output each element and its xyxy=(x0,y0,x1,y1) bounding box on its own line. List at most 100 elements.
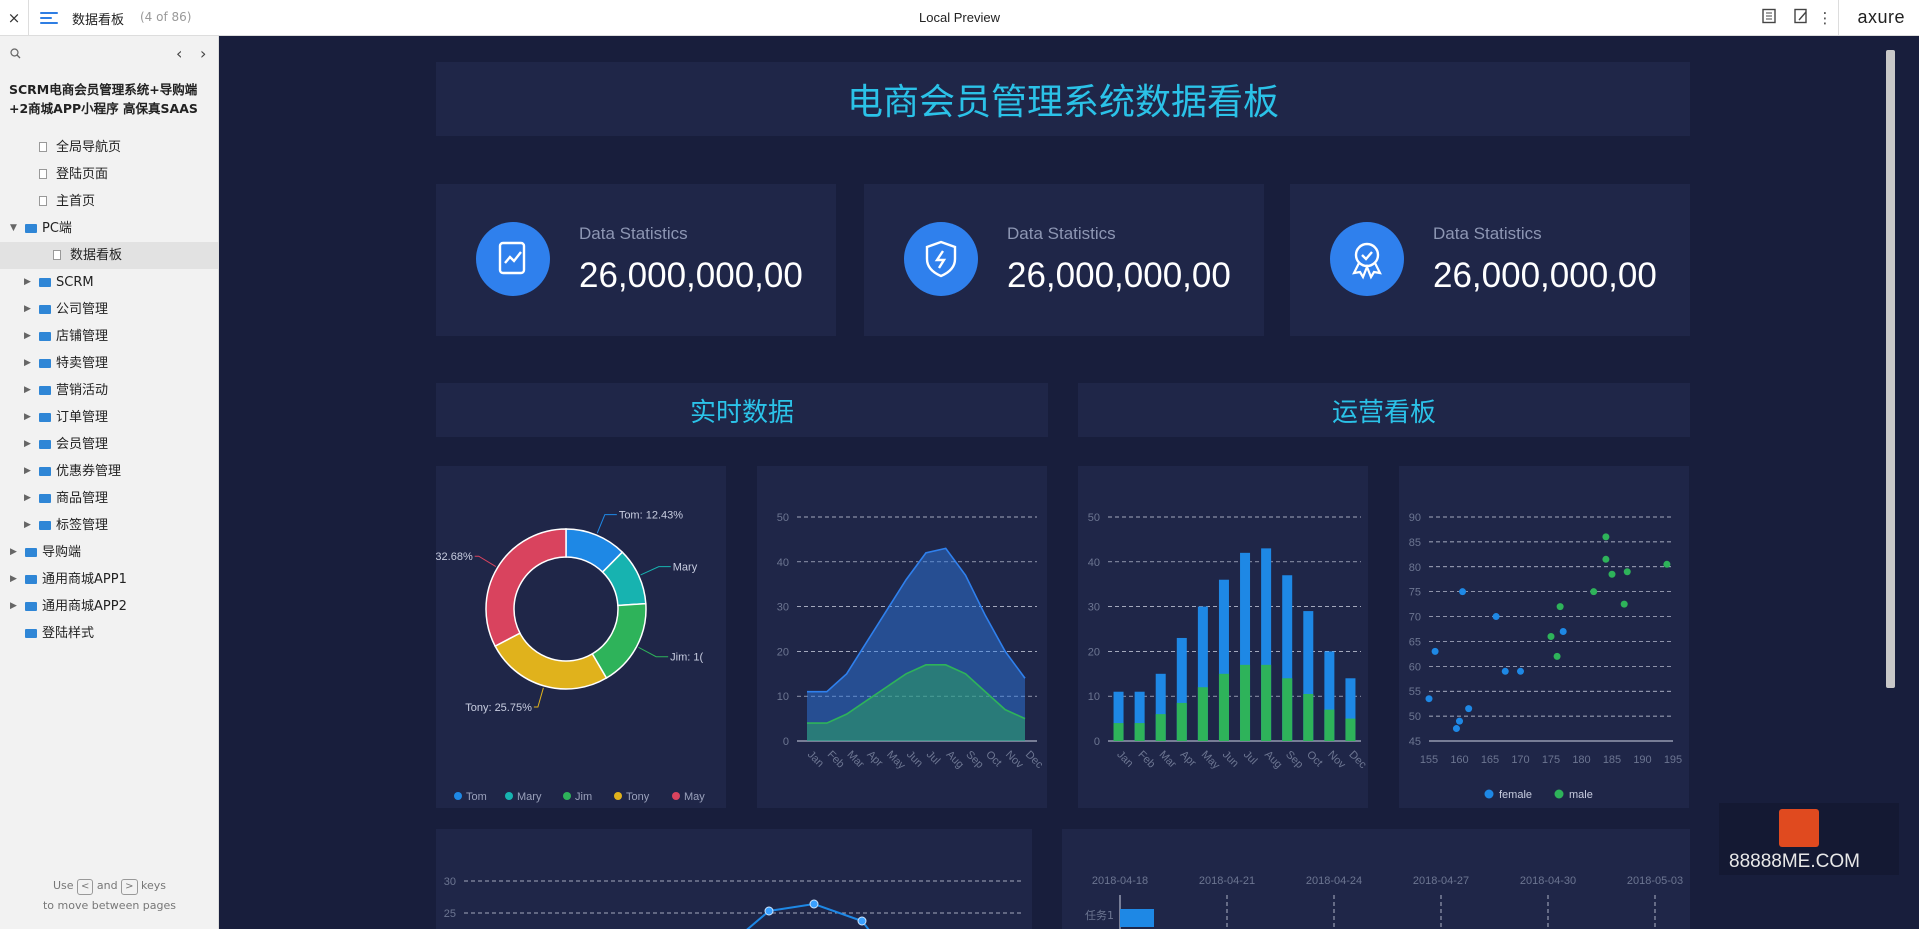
sidebar-item[interactable]: ▶ 通用商城APP2 xyxy=(0,593,218,620)
x-tick-label: Jan xyxy=(1114,749,1135,770)
x-tick-label: Apr xyxy=(1178,749,1199,770)
legend-label: Jim xyxy=(575,791,592,803)
x-tick-label: Jul xyxy=(1241,749,1259,767)
folder-icon xyxy=(25,548,37,557)
sidebar-item[interactable]: ▶ 营销活动 xyxy=(0,377,218,404)
x-tick-label: 180 xyxy=(1572,754,1590,766)
close-button[interactable]: × xyxy=(0,0,29,35)
watermark: 88888ME.COM xyxy=(1719,803,1899,875)
sidebar-item[interactable]: ▶ SCRM xyxy=(0,269,218,296)
caret-down-icon[interactable]: ▼ xyxy=(10,215,17,242)
bar-chart-panel: 0 10 20 30 40 50 Jan Feb Mar Apr May Jun Jul Aug Sep Oc… xyxy=(1078,466,1368,808)
pie-label: Tony: 25.75% xyxy=(465,702,532,714)
scatter-point-male xyxy=(1553,652,1561,660)
x-tick-label: Jul xyxy=(924,749,942,767)
scatter-chart-panel: 45 50 55 60 65 70 75 80 85 90 155 160 165 170 175 180 18… xyxy=(1399,466,1689,808)
scatter-point-female xyxy=(1425,695,1433,703)
sidebar-item[interactable]: ▶ 导购端 xyxy=(0,539,218,566)
pie-label: Tom: 12.43% xyxy=(619,510,683,522)
caret-right-icon[interactable]: ▶ xyxy=(10,566,17,593)
sidebar-item[interactable]: 数据看板 xyxy=(0,242,218,269)
x-tick-label: Nov xyxy=(1325,749,1348,772)
line-point xyxy=(809,899,819,909)
stat-label: Data Statistics xyxy=(1007,224,1116,243)
sidebar-item[interactable]: ▶ 店铺管理 xyxy=(0,323,218,350)
scatter-point-male xyxy=(1608,570,1616,578)
x-tick-label: Aug xyxy=(944,749,966,771)
edit-doc-icon[interactable] xyxy=(1791,8,1811,28)
caret-right-icon[interactable]: ▶ xyxy=(24,458,31,485)
sidebar-item-label: 特卖管理 xyxy=(56,356,109,371)
scrollbar-thumb[interactable] xyxy=(1886,50,1895,688)
page-icon xyxy=(39,142,47,152)
sidebar-item[interactable]: 登陆样式 xyxy=(0,620,218,647)
sidebar-item[interactable]: ▶ 会员管理 xyxy=(0,431,218,458)
sidebar-item[interactable]: ▶ 商品管理 xyxy=(0,485,218,512)
caret-right-icon[interactable]: ▶ xyxy=(24,269,31,296)
bar-1 xyxy=(1113,723,1124,741)
y-tick-label: 20 xyxy=(1088,646,1100,658)
pie-label-line xyxy=(596,514,617,534)
caret-right-icon[interactable]: ▶ xyxy=(24,404,31,431)
caret-right-icon[interactable]: ▶ xyxy=(24,377,31,404)
more-vertical-icon[interactable]: ⋮ xyxy=(1815,8,1835,28)
y-tick-label: 30 xyxy=(1088,602,1100,614)
sidebar-item[interactable]: ▶ 优惠券管理 xyxy=(0,458,218,485)
legend-marker xyxy=(505,792,513,800)
x-tick-label: Sep xyxy=(963,749,985,771)
search-icon[interactable] xyxy=(10,48,21,62)
folder-icon xyxy=(39,413,51,422)
vertical-scrollbar[interactable] xyxy=(1881,36,1900,929)
page-title: 数据看板 xyxy=(72,13,125,28)
caret-right-icon[interactable]: ▶ xyxy=(10,539,17,566)
watermark-text: 88888ME.COM xyxy=(1729,851,1860,872)
pie-label-line xyxy=(638,646,669,658)
page-icon xyxy=(39,196,47,206)
y-tick-label: 80 xyxy=(1409,562,1421,574)
y-tick-label: 0 xyxy=(1094,736,1100,748)
caret-right-icon[interactable]: ▶ xyxy=(10,593,17,620)
x-tick-label: 195 xyxy=(1664,754,1682,766)
menu-icon[interactable] xyxy=(40,9,58,27)
sidebar-item[interactable]: 登陆页面 xyxy=(0,161,218,188)
legend-label: male xyxy=(1569,789,1593,801)
legend-marker xyxy=(454,792,462,800)
notes-icon[interactable] xyxy=(1759,8,1779,28)
y-tick-label: 60 xyxy=(1409,661,1421,673)
caret-right-icon[interactable]: ▶ xyxy=(24,296,31,323)
folder-icon xyxy=(39,359,51,368)
scatter-point-female xyxy=(1559,627,1567,635)
bar-1 xyxy=(1134,723,1145,741)
stat-card-3: Data Statistics 26,000,000,00 xyxy=(1290,184,1690,336)
pie-label: Mary xyxy=(673,562,698,574)
x-tick-label: Feb xyxy=(1136,749,1158,771)
sidebar-item[interactable]: ▶ 特卖管理 xyxy=(0,350,218,377)
folder-icon xyxy=(39,332,51,341)
caret-right-icon[interactable]: ▶ xyxy=(24,485,31,512)
x-tick-label: Aug xyxy=(1262,749,1284,771)
y-tick-label: 20 xyxy=(777,646,789,658)
stat-card-1: Data Statistics 26,000,000,00 xyxy=(436,184,836,336)
bar-1 xyxy=(1261,664,1272,741)
sidebar-item-label: 店铺管理 xyxy=(56,329,109,344)
caret-right-icon[interactable]: ▶ xyxy=(24,431,31,458)
sidebar-item[interactable]: ▶ 公司管理 xyxy=(0,296,218,323)
caret-right-icon[interactable]: ▶ xyxy=(24,512,31,539)
sidebar-item[interactable]: 主首页 xyxy=(0,188,218,215)
sidebar-item[interactable]: ▼ PC端 xyxy=(0,215,218,242)
pie-label-line xyxy=(640,566,671,576)
sidebar-item-label: 登陆页面 xyxy=(56,167,109,182)
caret-right-icon[interactable]: ▶ xyxy=(24,350,31,377)
sidebar-item[interactable]: 全局导航页 xyxy=(0,134,218,161)
sidebar-item[interactable]: ▶ 标签管理 xyxy=(0,512,218,539)
close-icon: × xyxy=(7,8,21,27)
caret-right-icon[interactable]: ▶ xyxy=(24,323,31,350)
scatter-point-female xyxy=(1459,588,1467,596)
pie-label-line xyxy=(533,687,544,708)
prev-page-button[interactable]: ‹ xyxy=(176,44,182,63)
sidebar-item[interactable]: ▶ 通用商城APP1 xyxy=(0,566,218,593)
x-tick-label: Dec xyxy=(1023,749,1046,772)
sidebar-item[interactable]: ▶ 订单管理 xyxy=(0,404,218,431)
next-page-button[interactable]: › xyxy=(200,44,206,63)
y-tick-label: 0 xyxy=(783,736,789,748)
